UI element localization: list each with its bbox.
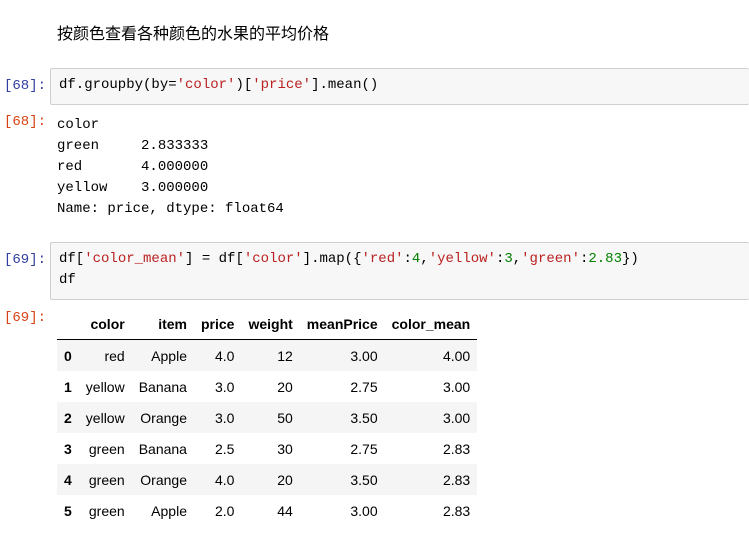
column-header-weight: weight xyxy=(241,308,300,340)
output-line: yellow 3.000000 xyxy=(57,180,209,196)
row-index: 3 xyxy=(64,440,72,457)
table-cell: Orange xyxy=(140,409,187,426)
table-cell: 50 xyxy=(277,409,293,426)
table-cell: Banana xyxy=(138,440,187,457)
table-cell: 3.00 xyxy=(350,347,378,364)
table-cell: Apple xyxy=(151,502,187,519)
cell-69-out-prompt: [69]: xyxy=(3,310,46,326)
table-cell: yellow xyxy=(85,378,125,395)
table-cell: 4.0 xyxy=(214,347,235,364)
table-row: 4 green Orange 4.0 20 3.50 2.83 xyxy=(57,464,478,495)
table-row: 1 yellow Banana 3.0 20 2.75 3.00 xyxy=(57,371,477,402)
row-index: 4 xyxy=(64,471,72,488)
output-line: Name: price, dtype: float64 xyxy=(57,201,284,217)
table-cell: 3.00 xyxy=(350,502,378,519)
row-index: 5 xyxy=(64,502,72,519)
column-header-price: price xyxy=(193,308,242,340)
table-row: 2 yellow Orange 3.0 50 3.50 3.00 xyxy=(57,402,478,433)
column-header-color: color xyxy=(78,308,132,340)
table-cell: Orange xyxy=(140,471,187,488)
table-cell: yellow xyxy=(85,409,125,426)
row-index: 1 xyxy=(64,378,72,395)
table-cell: green xyxy=(88,502,125,519)
column-header-item: item xyxy=(131,308,194,340)
code-line: df['color_mean'] = df['color'].map({'red… xyxy=(59,251,639,267)
output-line: color xyxy=(57,117,100,133)
table-cell: 2.5 xyxy=(214,440,235,457)
table-cell: Banana xyxy=(138,378,187,395)
table-cell: Apple xyxy=(151,347,187,364)
table-cell: 2.0 xyxy=(214,502,235,519)
cell-69-code-input[interactable]: df['color_mean'] = df['color'].map({'red… xyxy=(50,242,749,300)
code-line: df.groupby(by='color')['price'].mean() xyxy=(59,77,379,93)
cell-68-output: color green 2.833333 red 4.000000 yellow 3.… xyxy=(57,115,284,220)
column-header-color-mean: color_mean xyxy=(384,308,478,340)
markdown-heading: 按颜色查看各种颜色的水果的平均价格 xyxy=(57,24,330,43)
table-cell: 4.0 xyxy=(214,471,235,488)
table-row: 0 red Apple 4.0 12 3.00 4.00 xyxy=(57,339,478,371)
dataframe-table: color item price weight meanPrice color_… xyxy=(57,308,478,526)
table-cell: 12 xyxy=(277,347,293,364)
table-cell: 2.83 xyxy=(442,502,471,519)
table-cell: 3.00 xyxy=(442,409,471,426)
table-cell: 4.00 xyxy=(442,347,471,364)
table-cell: 30 xyxy=(277,440,293,457)
table-cell: green xyxy=(88,440,125,457)
table-cell: 20 xyxy=(277,471,293,488)
row-index: 2 xyxy=(64,409,72,426)
table-cell: red xyxy=(104,347,125,364)
row-index: 0 xyxy=(64,347,72,364)
table-cell: 3.00 xyxy=(442,378,471,395)
table-cell: 20 xyxy=(277,378,293,395)
table-cell: 2.75 xyxy=(350,440,378,457)
table-cell: green xyxy=(88,471,125,488)
code-line: df xyxy=(59,272,76,288)
table-cell: 2.75 xyxy=(350,378,378,395)
table-cell: 3.0 xyxy=(214,378,235,395)
cell-69-in-prompt: [69]: xyxy=(3,252,46,268)
table-row: 3 green Banana 2.5 30 2.75 2.83 xyxy=(57,433,477,464)
table-header-row: color item price weight meanPrice color_… xyxy=(57,308,478,340)
table-cell: 2.83 xyxy=(442,471,471,488)
table-cell: 44 xyxy=(277,502,293,519)
table-cell: 3.50 xyxy=(350,409,378,426)
cell-68-code-input[interactable]: df.groupby(by='color')['price'].mean() xyxy=(50,68,749,105)
column-header-meanprice: meanPrice xyxy=(299,308,385,340)
output-line: green 2.833333 xyxy=(57,138,209,154)
table-cell: 2.83 xyxy=(442,440,471,457)
cell-68-out-prompt: [68]: xyxy=(3,114,46,130)
output-line: red 4.000000 xyxy=(57,159,209,175)
table-row: 5 green Apple 2.0 44 3.00 2.83 xyxy=(57,495,477,526)
table-cell: 3.0 xyxy=(214,409,235,426)
table-cell: 3.50 xyxy=(350,471,378,488)
index-header xyxy=(57,308,79,340)
cell-68-in-prompt: [68]: xyxy=(3,78,46,94)
